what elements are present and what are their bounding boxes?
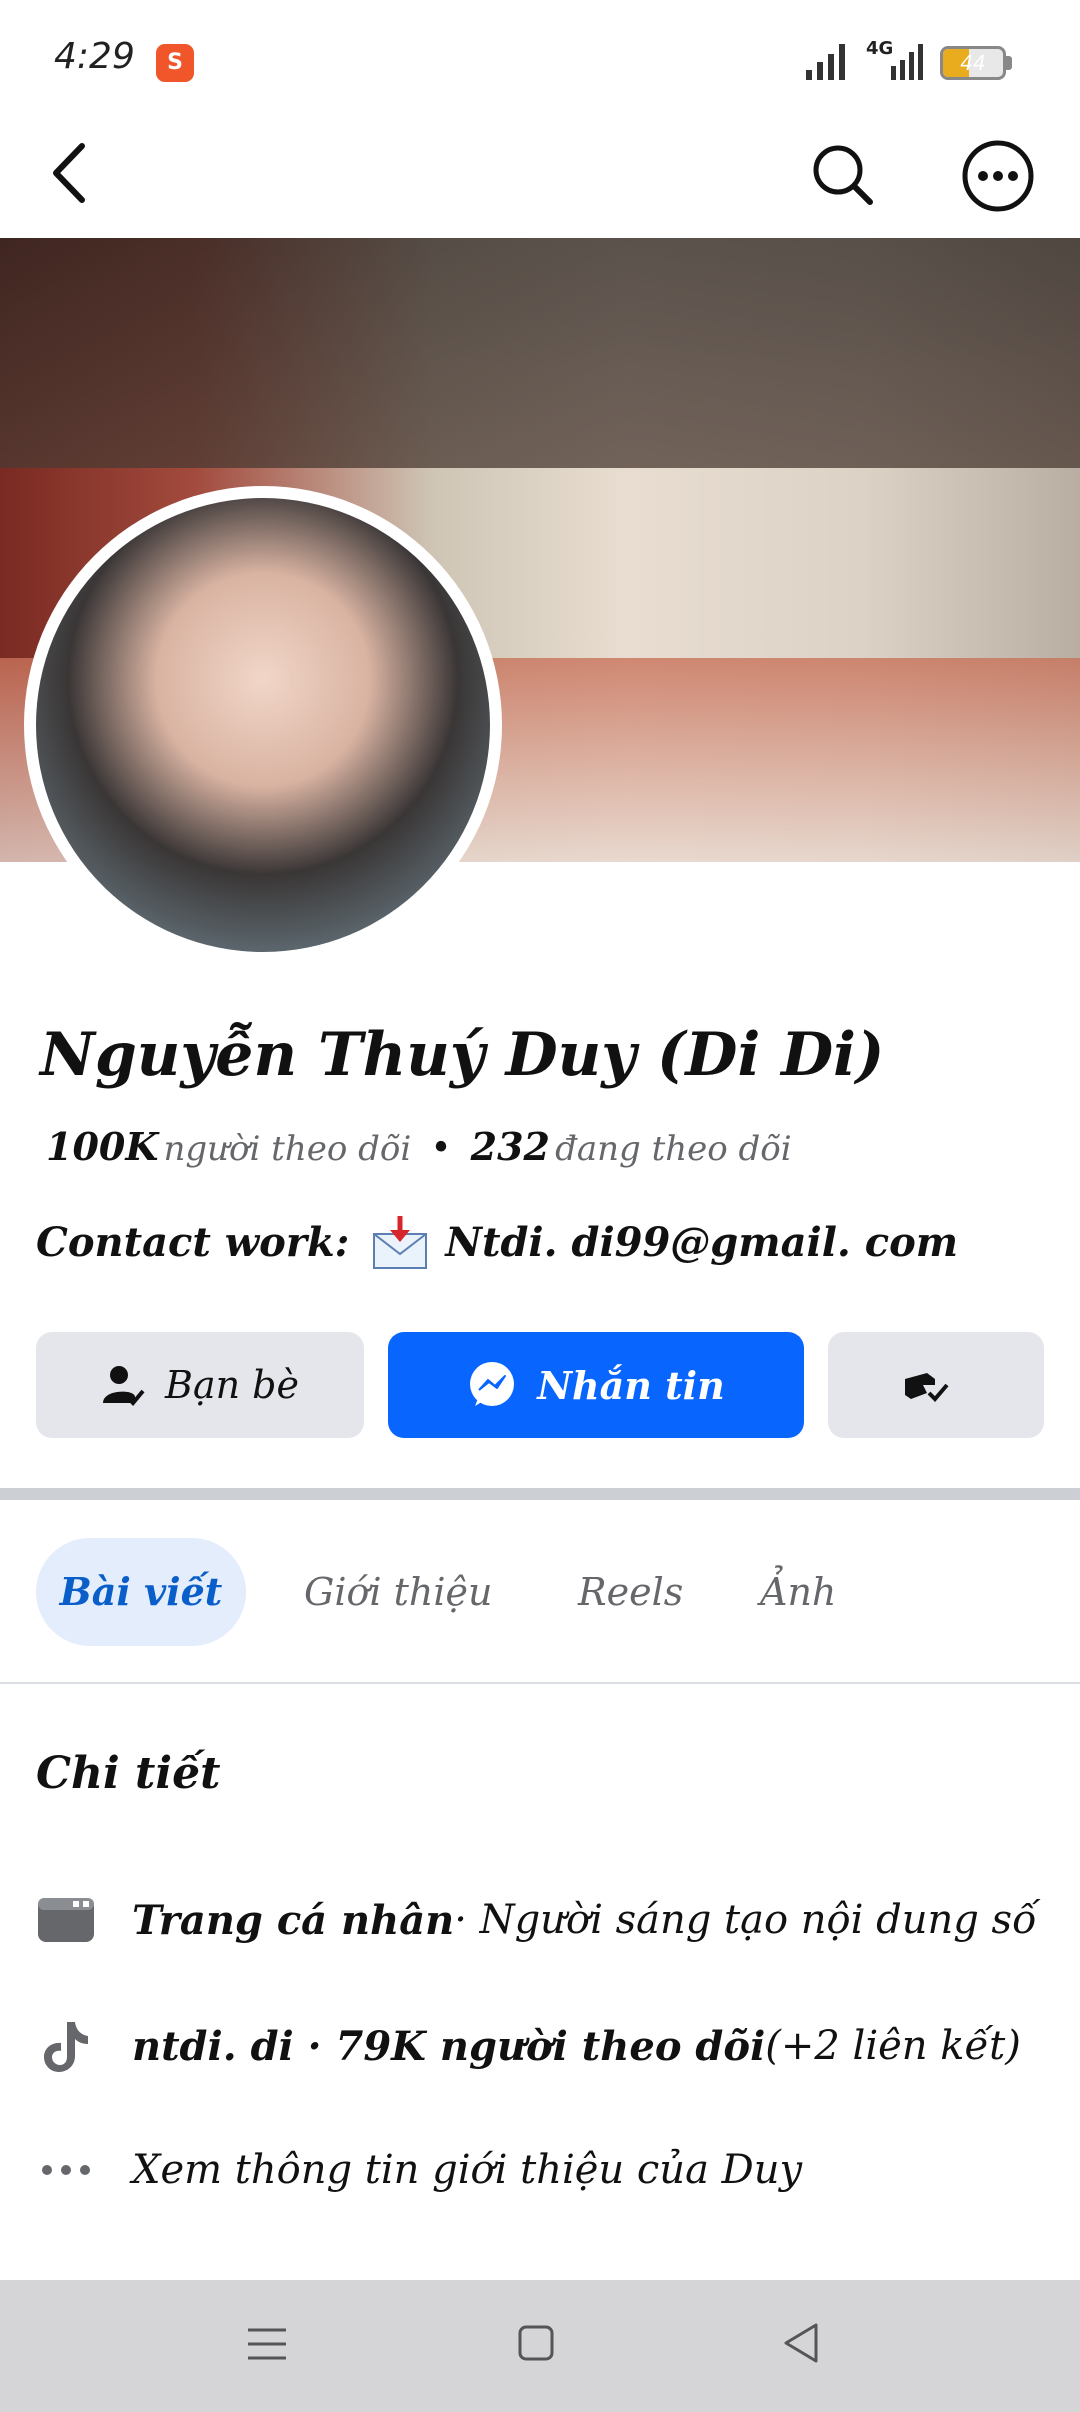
envelope-arrow-icon — [373, 1216, 428, 1269]
stats-separator: • — [430, 1128, 452, 1169]
messenger-icon — [470, 1362, 515, 1406]
battery-indicator: 44 — [940, 46, 1006, 80]
detail-item-tiktok-bold: ntdi. di · 79K người theo dõi — [132, 2022, 766, 2070]
tab-photos[interactable]: Ảnh — [760, 1538, 836, 1646]
profile-tabs: Bài viết Giới thiệu Reels Ảnh — [0, 1500, 1080, 1684]
tabs-divider — [0, 1682, 1080, 1684]
detail-item-page[interactable]: Trang cá nhân · Người sáng tạo nội dung … — [36, 1880, 1046, 1960]
section-separator — [0, 1488, 1080, 1500]
following-count[interactable]: 232 — [471, 1124, 550, 1169]
contact-email[interactable]: Ntdi. di99@gmail. com — [445, 1219, 958, 1266]
status-bar: 4:29 S 4G 44 — [0, 0, 1080, 120]
detail-item-see-about[interactable]: Xem thông tin giới thiệu của Duy — [36, 2130, 1046, 2210]
message-button[interactable]: Nhắn tin — [388, 1332, 804, 1438]
followers-count[interactable]: 100K — [46, 1124, 158, 1169]
avatar[interactable] — [24, 486, 502, 964]
detail-item-see-about-text: Xem thông tin giới thiệu của Duy — [132, 2147, 803, 2193]
tab-posts[interactable]: Bài viết — [36, 1538, 246, 1646]
friends-button[interactable]: Bạn bè — [36, 1332, 364, 1438]
followers-label[interactable]: người theo dõi — [163, 1129, 411, 1169]
back-triangle-icon[interactable] — [782, 2322, 820, 2364]
cover-photo-dashboard — [0, 238, 1080, 468]
more-horizontal-icon[interactable] — [960, 138, 1036, 214]
detail-item-page-bold: Trang cá nhân — [132, 1896, 455, 1944]
contact-prefix: Contact work: — [36, 1218, 350, 1266]
menu-icon[interactable] — [246, 2324, 288, 2364]
tab-reels[interactable]: Reels — [578, 1538, 683, 1646]
battery-level: 44 — [960, 51, 986, 75]
page-icon — [36, 1890, 96, 1950]
search-icon[interactable] — [806, 138, 878, 210]
tiktok-icon — [36, 2016, 96, 2076]
contact-work: Contact work: Ntdi. di99@gmail. com — [36, 1214, 958, 1270]
detail-item-page-text: · Người sáng tạo nội dung số — [454, 1897, 1037, 1943]
shopee-icon: S — [156, 44, 194, 82]
battery-tip — [1006, 56, 1012, 70]
home-square-icon[interactable] — [518, 2324, 554, 2362]
avatar-image — [36, 498, 490, 952]
follow-stats: 100K người theo dõi • 232 đang theo dõi — [46, 1124, 792, 1169]
signal-icon — [806, 44, 845, 80]
message-button-label: Nhắn tin — [537, 1362, 725, 1408]
status-time: 4:29 — [54, 36, 135, 77]
hand-check-icon — [905, 1373, 949, 1402]
hand-check-button[interactable] — [828, 1332, 1044, 1438]
profile-name: Nguyễn Thuý Duy (Di Di) — [40, 1020, 885, 1090]
tab-about[interactable]: Giới thiệu — [304, 1538, 492, 1646]
friends-button-label: Bạn bè — [165, 1363, 299, 1407]
details-title: Chi tiết — [36, 1748, 221, 1799]
chevron-left-icon[interactable] — [40, 138, 100, 208]
ellipsis-icon — [36, 2140, 96, 2200]
detail-item-tiktok-text: (+2 liên kết) — [765, 2023, 1021, 2069]
detail-item-tiktok[interactable]: ntdi. di · 79K người theo dõi (+2 liên k… — [36, 2006, 1046, 2086]
signal-icon — [891, 44, 923, 80]
following-label[interactable]: đang theo dõi — [555, 1129, 792, 1169]
friend-check-icon — [103, 1366, 145, 1406]
